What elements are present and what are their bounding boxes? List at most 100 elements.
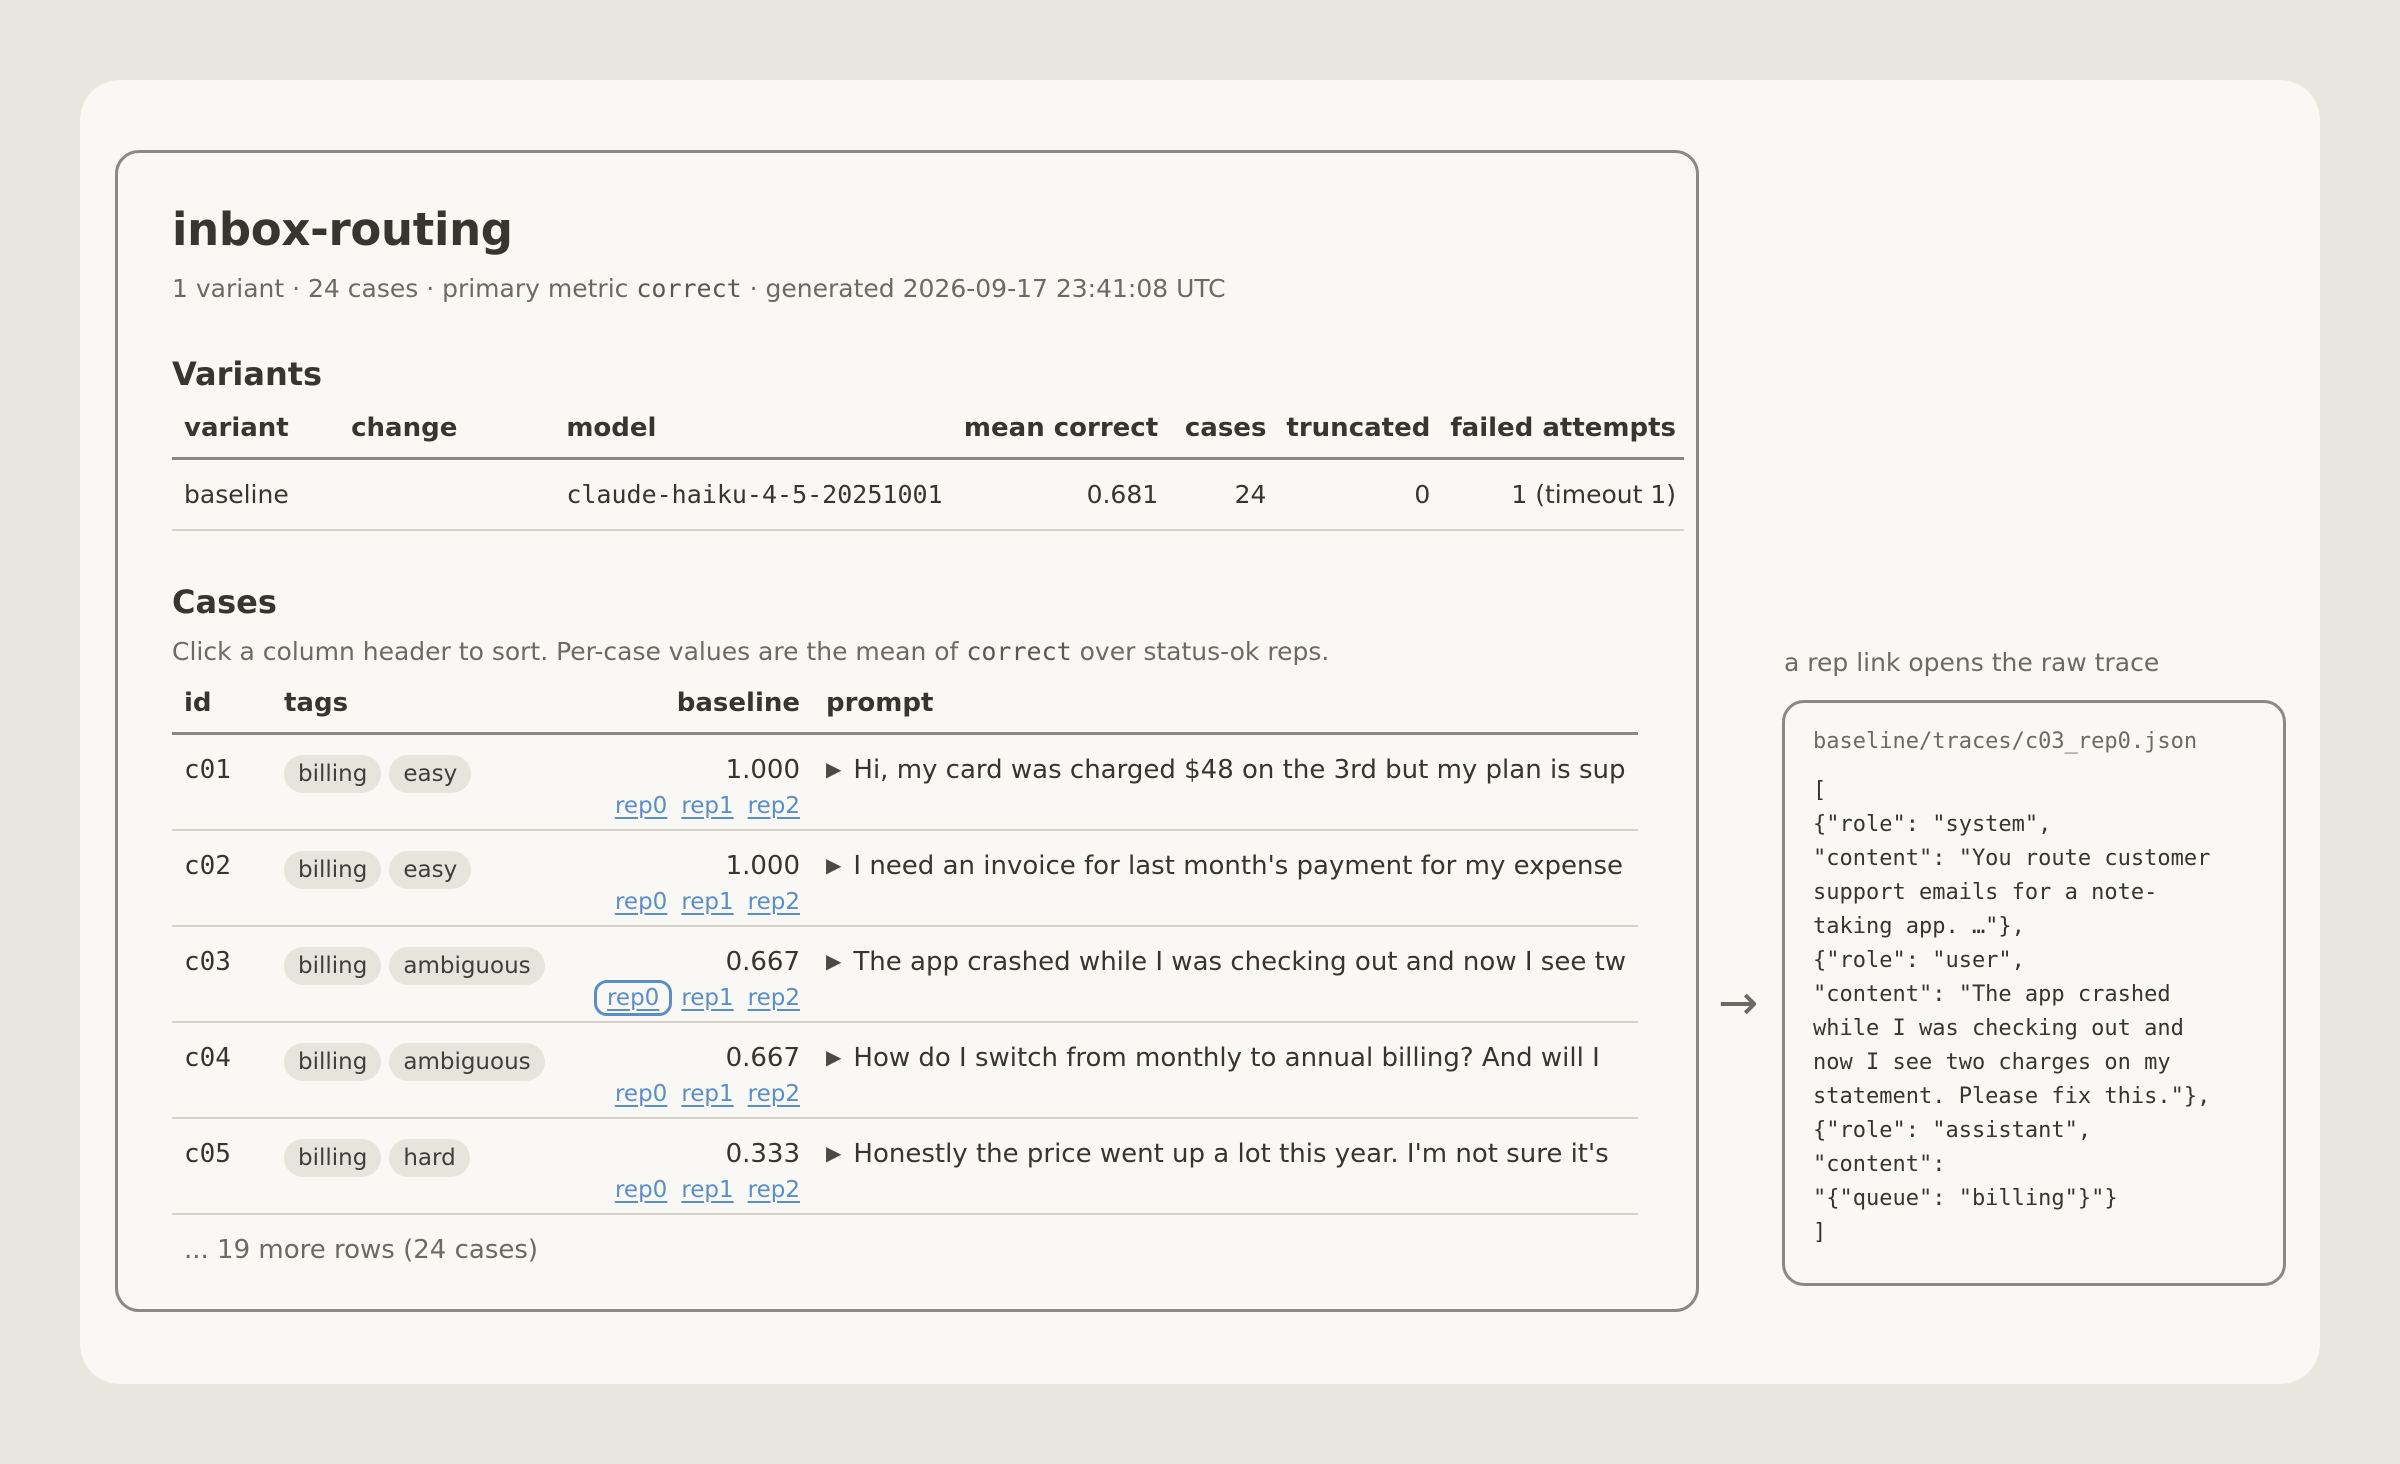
variant-cases: 24 [1166, 458, 1275, 531]
variant-failed-attempts: 1 (timeout 1) [1438, 458, 1684, 531]
subtitle-prefix: 1 variant · 24 cases · primary metric [172, 274, 637, 303]
variants-heading: Variants [172, 355, 323, 393]
case-id: c04 [172, 1022, 272, 1119]
case-score: 1.000 [725, 851, 800, 881]
case-prompt[interactable]: ▶ Hi, my card was charged $48 on the 3rd … [814, 733, 1638, 831]
rep-link-rep0[interactable]: rep0 [615, 1081, 667, 1107]
rep-links: rep0 rep1 rep2 [584, 980, 800, 1016]
case-id: c01 [172, 733, 272, 831]
rep-links: rep0 rep1 rep2 [584, 1081, 800, 1107]
report-card: inbox-routing 1 variant · 24 cases · pri… [115, 150, 1699, 1312]
trace-path: baseline/traces/c03_rep0.json [1813, 729, 2198, 754]
col-change[interactable]: change [339, 413, 555, 460]
arrow-icon: → [1718, 975, 1759, 1031]
rep-links: rep0 rep1 rep2 [584, 793, 800, 819]
case-tags: billing ambiguous [272, 926, 572, 1023]
case-baseline: 0.667 rep0 rep1 rep2 [572, 926, 814, 1023]
case-prompt[interactable]: ▶ I need an invoice for last month's paym… [814, 830, 1638, 927]
expand-triangle-icon[interactable]: ▶ [826, 1045, 841, 1069]
cases-note-metric: correct [966, 637, 1072, 666]
rep-link-rep0[interactable]: rep0 [615, 1177, 667, 1203]
case-baseline: 0.667 rep0 rep1 rep2 [572, 1022, 814, 1119]
prompt-text: The app crashed while I was checking out… [853, 947, 1627, 977]
rep-link-rep0[interactable]: rep0 [593, 980, 673, 1016]
rep-link-rep2[interactable]: rep2 [748, 793, 800, 819]
trace-line: {"role": "system", [1813, 812, 2052, 837]
case-prompt[interactable]: ▶ How do I switch from monthly to annual … [814, 1022, 1638, 1119]
rep-link-rep1[interactable]: rep1 [681, 889, 733, 915]
rep-link-rep0[interactable]: rep0 [615, 889, 667, 915]
expand-triangle-icon[interactable]: ▶ [826, 757, 841, 781]
case-tags: billing ambiguous [272, 1022, 572, 1119]
cases-note-prefix: Click a column header to sort. Per-case … [172, 637, 967, 666]
col-variant[interactable]: variant [172, 413, 340, 460]
rep-link-rep1[interactable]: rep1 [681, 985, 733, 1011]
rep-link-rep1[interactable]: rep1 [681, 1081, 733, 1107]
subtitle-suffix: · generated 2026-09-17 23:41:08 UTC [741, 274, 1226, 303]
col-prompt[interactable]: prompt [814, 688, 1638, 735]
prompt-text: Honestly the price went up a lot this ye… [853, 1139, 1609, 1169]
case-row-c02: c02 billing easy 1.000 rep0 rep1 rep2 ▶ I need a… [172, 830, 1638, 927]
case-score: 1.000 [725, 755, 800, 785]
expand-triangle-icon[interactable]: ▶ [826, 1141, 841, 1165]
case-prompt[interactable]: ▶ Honestly the price went up a lot this y… [814, 1118, 1638, 1215]
report-subtitle: 1 variant · 24 cases · primary metric co… [172, 274, 1686, 303]
trace-line: [ [1813, 778, 1827, 803]
cases-note-suffix: over status-ok reps. [1071, 637, 1330, 666]
col-id[interactable]: id [172, 688, 272, 735]
prompt-text: Hi, my card was charged $48 on the 3rd b… [853, 755, 1626, 785]
prompt-text: I need an invoice for last month's payme… [853, 851, 1624, 881]
cases-table: id tags baseline prompt c01 billing easy 1.… [172, 688, 1638, 1215]
rep-link-rep1[interactable]: rep1 [681, 1177, 733, 1203]
trace-line: "content": "The app crashed [1813, 982, 2171, 1007]
trace-panel: baseline/traces/c03_rep0.json [ {"role": … [1782, 700, 2286, 1286]
trace-line: "content": [1813, 1152, 1946, 1177]
more-rows-note: ... 19 more rows (24 cases) [184, 1235, 539, 1265]
cases-note: Click a column header to sort. Per-case … [172, 637, 1686, 666]
rep-link-rep2[interactable]: rep2 [748, 985, 800, 1011]
case-prompt[interactable]: ▶ The app crashed while I was checking ou… [814, 926, 1638, 1023]
tag-badge: billing [284, 1043, 382, 1081]
col-model[interactable]: model [554, 413, 952, 460]
trace-line: "{"queue": "billing"}"} [1813, 1186, 2118, 1211]
expand-triangle-icon[interactable]: ▶ [826, 853, 841, 877]
trace-json: [ {"role": "system", "content": "You route… [1813, 774, 2255, 1250]
expand-triangle-icon[interactable]: ▶ [826, 949, 841, 973]
trace-line: {"role": "assistant", [1813, 1118, 2092, 1143]
col-mean-correct[interactable]: mean correct [951, 413, 1167, 460]
cases-heading: Cases [172, 583, 277, 621]
rep-link-rep2[interactable]: rep2 [748, 1177, 800, 1203]
trace-line: statement. Please fix this."}, [1813, 1084, 2211, 1109]
rep-link-rep2[interactable]: rep2 [748, 1081, 800, 1107]
tag-badge: billing [284, 1139, 382, 1177]
tag-badge: billing [284, 755, 382, 793]
trace-line: "content": "You route customer [1813, 846, 2211, 871]
variant-model: claude-haiku-4-5-20251001 [554, 458, 952, 531]
case-row-c04: c04 billing ambiguous 0.667 rep0 rep1 rep2 ▶ How… [172, 1022, 1638, 1119]
page-title: inbox-routing [172, 203, 513, 256]
case-id: c02 [172, 830, 272, 927]
trace-line: {"role": "user", [1813, 948, 2025, 973]
variant-mean-correct: 0.681 [951, 458, 1167, 531]
col-truncated[interactable]: truncated [1274, 413, 1439, 460]
rep-link-rep2[interactable]: rep2 [748, 889, 800, 915]
trace-line: support emails for a note- [1813, 880, 2158, 905]
rep-links: rep0 rep1 rep2 [584, 1177, 800, 1203]
trace-line: taking app. …"}, [1813, 914, 2025, 939]
col-cases[interactable]: cases [1166, 413, 1275, 460]
col-baseline[interactable]: baseline [572, 688, 814, 735]
rep-link-rep1[interactable]: rep1 [681, 793, 733, 819]
trace-caption: a rep link opens the raw trace [1784, 648, 2160, 677]
tag-badge: easy [389, 851, 472, 889]
col-failed-attempts[interactable]: failed attempts [1438, 413, 1684, 460]
trace-line: ] [1813, 1220, 1827, 1245]
rep-link-rep0[interactable]: rep0 [615, 793, 667, 819]
case-row-c05: c05 billing hard 0.333 rep0 rep1 rep2 ▶ Honestly… [172, 1118, 1638, 1215]
case-baseline: 0.333 rep0 rep1 rep2 [572, 1118, 814, 1215]
case-id: c05 [172, 1118, 272, 1215]
tag-badge: ambiguous [389, 947, 545, 985]
trace-line: while I was checking out and [1813, 1016, 2184, 1041]
variant-truncated: 0 [1274, 458, 1439, 531]
col-tags[interactable]: tags [272, 688, 572, 735]
case-row-c03: c03 billing ambiguous 0.667 rep0 rep1 rep2 ▶ The… [172, 926, 1638, 1023]
